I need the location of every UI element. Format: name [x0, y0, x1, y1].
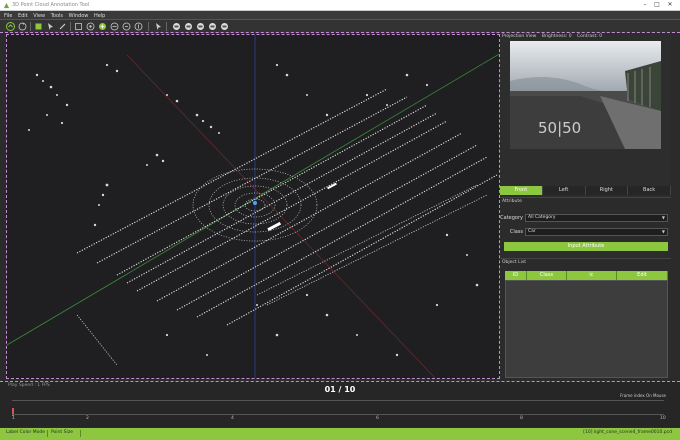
move-icon[interactable] — [134, 22, 143, 31]
menu-file[interactable]: File — [4, 13, 12, 19]
car-icon[interactable] — [184, 22, 193, 31]
point-cloud-canvas[interactable] — [7, 35, 500, 379]
category-select[interactable]: All Category ▼ — [525, 214, 668, 222]
car-icon[interactable] — [208, 22, 217, 31]
attribute-panel: Attribute Category All Category ▼ Class … — [500, 197, 671, 251]
class-select[interactable]: Car ▼ — [525, 228, 668, 236]
minimize-button[interactable]: – — [640, 1, 650, 8]
close-button[interactable]: ✕ — [665, 1, 675, 8]
tick-label: 6 — [376, 416, 379, 421]
projection-view-tab[interactable]: Projection View — [502, 34, 536, 39]
status-divider — [80, 430, 81, 437]
contrast-label[interactable]: Contrast: 0 — [577, 34, 602, 39]
status-divider — [47, 430, 48, 437]
tab-front[interactable]: Front — [500, 186, 543, 195]
cube-icon[interactable] — [34, 22, 43, 31]
toolbar — [0, 20, 680, 33]
category-value: All Category — [528, 215, 556, 220]
category-label: Category — [500, 215, 523, 221]
menu-window[interactable]: Window — [69, 13, 89, 19]
object-list-panel: Object List ID Class ic Edit — [500, 258, 671, 379]
tick-label: 8 — [520, 416, 523, 421]
car-icon[interactable] — [196, 22, 205, 31]
column-id[interactable]: ID — [505, 271, 527, 280]
current-file-label: [10] light_cone_scene4_frame0010.pcd — [583, 430, 672, 435]
pen-icon[interactable] — [58, 22, 67, 31]
rotate-icon[interactable] — [18, 22, 27, 31]
object-list-header: ID Class ic Edit — [505, 271, 668, 280]
chevron-down-icon: ▼ — [661, 229, 665, 234]
class-label: Class — [509, 229, 523, 235]
car-icon[interactable] — [220, 22, 229, 31]
frame-counter: 01 / 10 — [324, 385, 356, 394]
toolbar-divider — [148, 22, 149, 31]
view-tabs: Front Left Right Back — [500, 186, 671, 195]
brightness-label[interactable]: Brightness: 0 — [542, 34, 572, 39]
camera-projection-image: 50|50 — [510, 41, 661, 149]
category-row: Category All Category ▼ — [500, 214, 671, 222]
timeline-panel: Play Speed : 1 FPS 01 / 10 Frame index O… — [0, 381, 680, 427]
projection-header: Projection View Brightness: 0 Contrast: … — [500, 34, 671, 40]
tab-right[interactable]: Right — [585, 186, 629, 195]
object-list-body[interactable] — [505, 280, 668, 378]
class-row: Class Car ▼ — [500, 228, 671, 236]
column-edit[interactable]: Edit — [617, 271, 668, 280]
box-icon[interactable] — [74, 22, 83, 31]
cursor-icon[interactable] — [46, 22, 55, 31]
window-title: 3D Point Cloud Annotation Tool — [12, 2, 90, 8]
sensor-origin — [253, 201, 257, 205]
point-cloud-viewport[interactable] — [6, 34, 500, 379]
tick-label: 4 — [231, 416, 234, 421]
status-bar: Label Color Mode Point Size [10] light_c… — [0, 428, 680, 440]
tick-label: 2 — [86, 416, 89, 421]
car-icon[interactable] — [172, 22, 181, 31]
input-attribute-button[interactable]: Input Attribute — [504, 242, 668, 251]
app-logo-icon — [3, 2, 10, 9]
menu-view[interactable]: View — [33, 13, 45, 19]
tick-label: 1 — [12, 416, 15, 421]
window-titlebar: 3D Point Cloud Annotation Tool – □ ✕ — [0, 0, 680, 11]
frame-index-note: Frame index On Mouse — [620, 393, 666, 398]
menu-bar: File Edit View Tools Window Help — [0, 11, 680, 20]
select-icon[interactable] — [86, 22, 95, 31]
menu-edit[interactable]: Edit — [18, 13, 28, 19]
column-class[interactable]: Class — [527, 271, 567, 280]
frame-ruler[interactable] — [12, 414, 664, 415]
object-list-title: Object List — [502, 260, 526, 265]
chevron-down-icon: ▼ — [661, 215, 665, 220]
toolbar-divider — [70, 22, 71, 31]
toolbar-divider — [30, 22, 31, 31]
pan-icon[interactable] — [122, 22, 131, 31]
road-marking-text: 50|50 — [538, 119, 581, 137]
tab-left[interactable]: Left — [542, 186, 586, 195]
attribute-title: Attribute — [502, 199, 522, 204]
tab-back[interactable]: Back — [628, 186, 671, 195]
zoom-out-icon[interactable] — [110, 22, 119, 31]
toolbar-divider — [166, 22, 167, 31]
maximize-button[interactable]: □ — [652, 1, 662, 8]
tick-label: 10 — [660, 416, 666, 421]
cursor-icon[interactable] — [154, 22, 163, 31]
column-ic[interactable]: ic — [567, 271, 617, 280]
menu-help[interactable]: Help — [94, 13, 105, 19]
label-color-mode-button[interactable]: Label Color Mode — [6, 430, 45, 435]
point-size-button[interactable]: Point Size — [51, 430, 73, 435]
zoom-in-icon[interactable] — [98, 22, 107, 31]
frame-slider-track[interactable] — [12, 400, 664, 401]
right-panel: Projection View Brightness: 0 Contrast: … — [500, 34, 671, 379]
class-value: Car — [528, 229, 536, 234]
menu-tools[interactable]: Tools — [51, 13, 63, 19]
home-icon[interactable] — [6, 22, 15, 31]
